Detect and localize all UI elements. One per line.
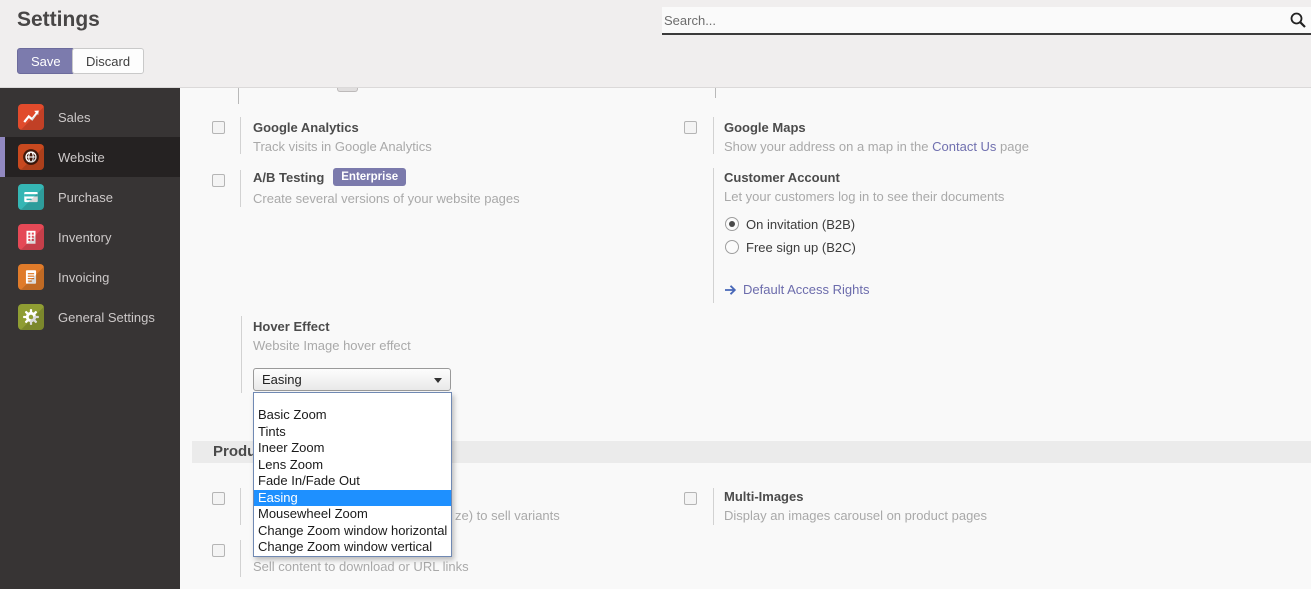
search-icon[interactable] bbox=[1289, 11, 1307, 32]
dropdown-option[interactable]: Fade In/Fade Out bbox=[254, 473, 451, 490]
chevron-down-icon bbox=[434, 378, 442, 383]
ab-testing-title-row: A/B Testing Enterprise bbox=[253, 168, 406, 186]
hover-effect-description: Website Image hover effect bbox=[253, 338, 411, 353]
sidebar-item-label: Sales bbox=[58, 110, 91, 125]
ab-testing-description: Create several versions of your website … bbox=[253, 191, 520, 206]
dropdown-option[interactable]: Basic Zoom bbox=[254, 407, 451, 424]
settings-screen: Settings Save Discard Search... Sales bbox=[0, 0, 1311, 589]
gear-icon bbox=[18, 304, 44, 330]
discard-button[interactable]: Discard bbox=[72, 48, 144, 74]
credit-card-icon bbox=[18, 184, 44, 210]
dropdown-option[interactable] bbox=[254, 393, 451, 407]
free-signup-label: Free sign up (B2C) bbox=[746, 240, 856, 255]
multi-images-description: Display an images carousel on product pa… bbox=[724, 508, 987, 523]
arrow-right-icon bbox=[724, 284, 737, 296]
top-header: Settings Save Discard Search... bbox=[0, 0, 1311, 88]
ab-testing-checkbox[interactable] bbox=[212, 174, 225, 187]
divider bbox=[240, 540, 241, 577]
divider bbox=[240, 117, 241, 154]
customer-account-title: Customer Account bbox=[724, 170, 840, 185]
hover-effect-title: Hover Effect bbox=[253, 319, 330, 334]
divider-fragment bbox=[238, 88, 239, 104]
hover-effect-select[interactable]: Easing bbox=[253, 368, 451, 391]
sidebar-item-general-settings[interactable]: General Settings bbox=[0, 297, 180, 337]
active-accent-bar bbox=[0, 137, 5, 177]
dropdown-option[interactable]: Change Zoom window horizontal bbox=[254, 523, 451, 540]
dropdown-option-selected[interactable]: Easing bbox=[254, 490, 451, 507]
sidebar-item-label: Purchase bbox=[58, 190, 113, 205]
dropdown-option[interactable]: Change Zoom window vertical bbox=[254, 539, 451, 556]
search-input[interactable]: Search... bbox=[662, 7, 1311, 35]
divider-fragment bbox=[715, 88, 716, 98]
divider bbox=[240, 170, 241, 207]
dropdown-option[interactable]: Ineer Zoom bbox=[254, 440, 451, 457]
contact-us-link[interactable]: Contact Us bbox=[932, 139, 996, 154]
hover-effect-dropdown: Basic Zoom Tints Ineer Zoom Lens Zoom Fa… bbox=[253, 392, 452, 557]
sidebar-item-inventory[interactable]: Inventory bbox=[0, 217, 180, 257]
search-placeholder: Search... bbox=[664, 13, 716, 28]
on-invitation-label: On invitation (B2B) bbox=[746, 217, 855, 232]
digital-content-checkbox[interactable] bbox=[212, 544, 225, 557]
sidebar-item-label: Invoicing bbox=[58, 270, 109, 285]
sidebar-item-label: Inventory bbox=[58, 230, 111, 245]
google-maps-description-prefix: Show your address on a map in the bbox=[724, 139, 932, 154]
dropdown-option[interactable]: Lens Zoom bbox=[254, 457, 451, 474]
enterprise-badge: Enterprise bbox=[333, 168, 406, 186]
divider bbox=[240, 488, 241, 525]
page-title: Settings bbox=[17, 8, 100, 32]
default-access-rights-label: Default Access Rights bbox=[743, 282, 869, 297]
divider bbox=[241, 316, 242, 393]
sidebar-item-invoicing[interactable]: Invoicing bbox=[0, 257, 180, 297]
default-access-rights-link[interactable]: Default Access Rights bbox=[724, 282, 869, 297]
sidebar-item-purchase[interactable]: Purchase bbox=[0, 177, 180, 217]
sidebar-item-label: Website bbox=[58, 150, 105, 165]
variants-checkbox[interactable] bbox=[212, 492, 225, 505]
digital-content-description: Sell content to download or URL links bbox=[253, 559, 469, 574]
divider bbox=[713, 117, 714, 154]
multi-images-checkbox[interactable] bbox=[684, 492, 697, 505]
google-analytics-title: Google Analytics bbox=[253, 120, 359, 135]
variants-description-fragment: ze) to sell variants bbox=[455, 508, 560, 523]
ab-testing-title: A/B Testing bbox=[253, 170, 324, 185]
on-invitation-radio[interactable] bbox=[725, 217, 739, 231]
control-fragment bbox=[337, 88, 358, 92]
google-maps-description: Show your address on a map in the Contac… bbox=[724, 139, 1029, 154]
save-button[interactable]: Save bbox=[17, 48, 75, 74]
sales-chart-icon bbox=[18, 104, 44, 130]
globe-icon bbox=[18, 144, 44, 170]
document-icon bbox=[18, 264, 44, 290]
dropdown-option[interactable]: Tints bbox=[254, 424, 451, 441]
google-analytics-checkbox[interactable] bbox=[212, 121, 225, 134]
divider bbox=[713, 168, 714, 303]
sidebar-item-website[interactable]: Website bbox=[0, 137, 180, 177]
customer-account-description: Let your customers log in to see their d… bbox=[724, 189, 1004, 204]
sidebar-item-sales[interactable]: Sales bbox=[0, 97, 180, 137]
divider bbox=[713, 488, 714, 525]
free-signup-radio[interactable] bbox=[725, 240, 739, 254]
multi-images-title: Multi-Images bbox=[724, 489, 803, 504]
google-maps-checkbox[interactable] bbox=[684, 121, 697, 134]
sidebar-item-label: General Settings bbox=[58, 310, 155, 325]
app-sidebar: Sales Website Purc bbox=[0, 88, 180, 589]
dropdown-option[interactable]: Mousewheel Zoom bbox=[254, 506, 451, 523]
google-maps-description-suffix: page bbox=[996, 139, 1029, 154]
hover-effect-selected-value: Easing bbox=[262, 372, 302, 387]
building-icon bbox=[18, 224, 44, 250]
google-maps-title: Google Maps bbox=[724, 120, 806, 135]
google-analytics-description: Track visits in Google Analytics bbox=[253, 139, 432, 154]
